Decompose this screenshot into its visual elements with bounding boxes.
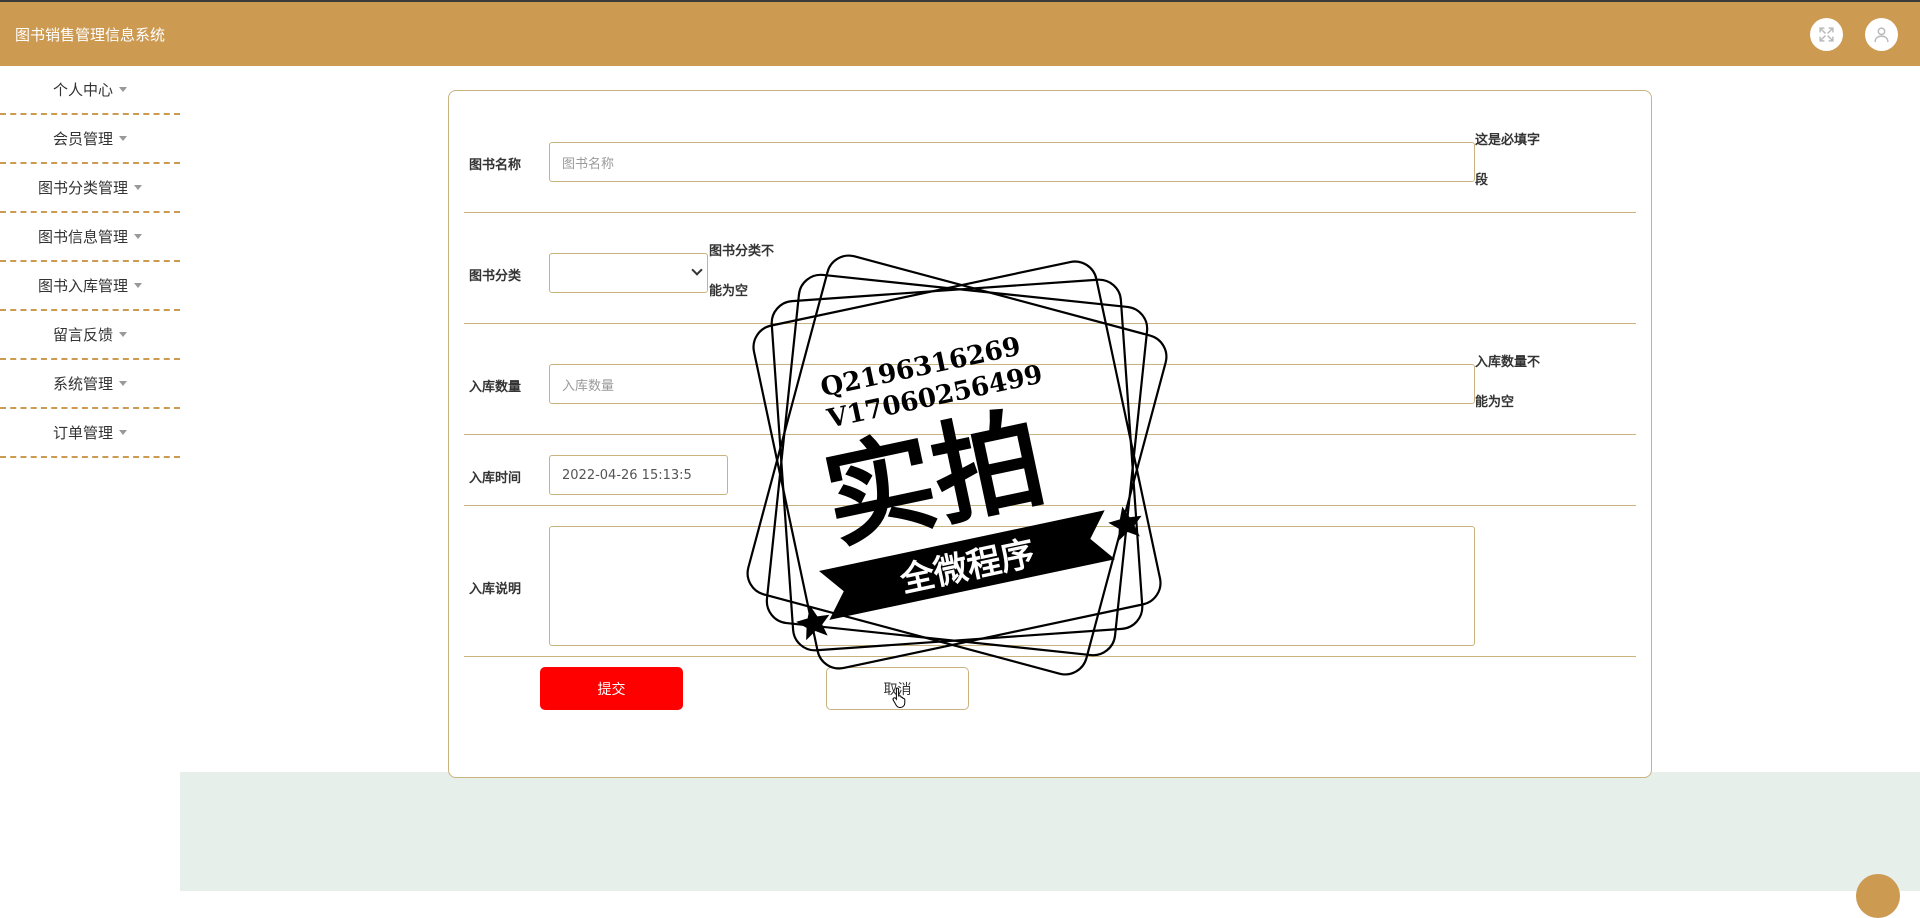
sidebar-item-personal-center[interactable]: 个人中心 <box>0 66 180 115</box>
caret-down-icon <box>134 234 142 239</box>
book-name-error-line2: 段 <box>1475 173 1489 188</box>
caret-down-icon <box>119 381 127 386</box>
book-name-placeholder: 图书名称 <box>562 156 615 172</box>
sidebar-item-member-management[interactable]: 会员管理 <box>0 115 180 164</box>
cancel-button[interactable]: 取消 <box>826 667 969 710</box>
row-divider <box>464 323 1636 324</box>
fullscreen-icon[interactable] <box>1810 18 1843 51</box>
sidebar-item-book-info-management[interactable]: 图书信息管理 <box>0 213 180 262</box>
sidebar-item-label: 图书信息管理 <box>37 228 128 246</box>
sidebar-item-label: 留言反馈 <box>52 326 113 344</box>
book-category-error-line2: 能为空 <box>709 284 749 299</box>
stock-time-input[interactable]: 2022-04-26 15:13:5 <box>549 455 728 495</box>
stock-time-label: 入库时间 <box>469 471 522 486</box>
sidebar-item-label: 图书入库管理 <box>37 277 128 295</box>
app-title: 图书销售管理信息系统 <box>15 26 166 44</box>
book-category-error-line1: 图书分类不 <box>709 244 775 259</box>
caret-down-icon <box>119 332 127 337</box>
submit-button[interactable]: 提交 <box>540 667 683 710</box>
stock-note-textarea[interactable] <box>549 526 1475 646</box>
sidebar-item-system-management[interactable]: 系统管理 <box>0 360 180 409</box>
user-icon[interactable] <box>1865 18 1898 51</box>
chevron-down-icon <box>691 264 703 276</box>
sidebar-item-label: 图书分类管理 <box>37 179 128 197</box>
book-category-select[interactable] <box>549 253 708 293</box>
caret-down-icon <box>119 430 127 435</box>
sidebar-nav: 个人中心 会员管理 图书分类管理 图书信息管理 图书入库管理 留言反馈 系统管理… <box>0 66 180 458</box>
stock-quantity-placeholder: 入库数量 <box>562 378 615 394</box>
stock-quantity-error-line2: 能为空 <box>1475 395 1515 410</box>
caret-down-icon <box>134 185 142 190</box>
row-divider <box>464 434 1636 435</box>
sidebar-item-order-management[interactable]: 订单管理 <box>0 409 180 458</box>
stock-note-label: 入库说明 <box>469 582 522 597</box>
sidebar-item-label: 会员管理 <box>52 130 113 148</box>
stock-quantity-input[interactable]: 入库数量 <box>549 364 1475 404</box>
footer-band <box>180 772 1920 891</box>
back-to-top-button[interactable] <box>1856 874 1900 918</box>
hand-cursor-icon <box>892 687 906 708</box>
book-name-label: 图书名称 <box>469 158 522 173</box>
sidebar-item-book-stock-management[interactable]: 图书入库管理 <box>0 262 180 311</box>
caret-down-icon <box>119 136 127 141</box>
sidebar-item-label: 个人中心 <box>52 81 113 99</box>
stock-in-form: 图书名称 图书名称 这是必填字 段 图书分类 图书分类不 能为空 入库数量 入库… <box>448 90 1652 778</box>
row-divider <box>464 505 1636 506</box>
sidebar-item-label: 系统管理 <box>52 375 113 393</box>
sidebar-item-label: 订单管理 <box>52 424 113 442</box>
stock-quantity-label: 入库数量 <box>469 380 522 395</box>
row-divider <box>464 212 1636 213</box>
top-header-bar: 图书销售管理信息系统 <box>0 0 1920 66</box>
book-category-label: 图书分类 <box>469 269 522 284</box>
caret-down-icon <box>134 283 142 288</box>
book-name-input[interactable]: 图书名称 <box>549 142 1475 182</box>
sidebar-item-feedback[interactable]: 留言反馈 <box>0 311 180 360</box>
caret-down-icon <box>119 87 127 92</box>
sidebar-item-book-category-management[interactable]: 图书分类管理 <box>0 164 180 213</box>
row-divider <box>464 656 1636 657</box>
book-name-error-line1: 这是必填字 <box>1475 133 1541 148</box>
stock-quantity-error-line1: 入库数量不 <box>1475 355 1541 370</box>
stock-time-value: 2022-04-26 15:13:5 <box>562 467 692 483</box>
